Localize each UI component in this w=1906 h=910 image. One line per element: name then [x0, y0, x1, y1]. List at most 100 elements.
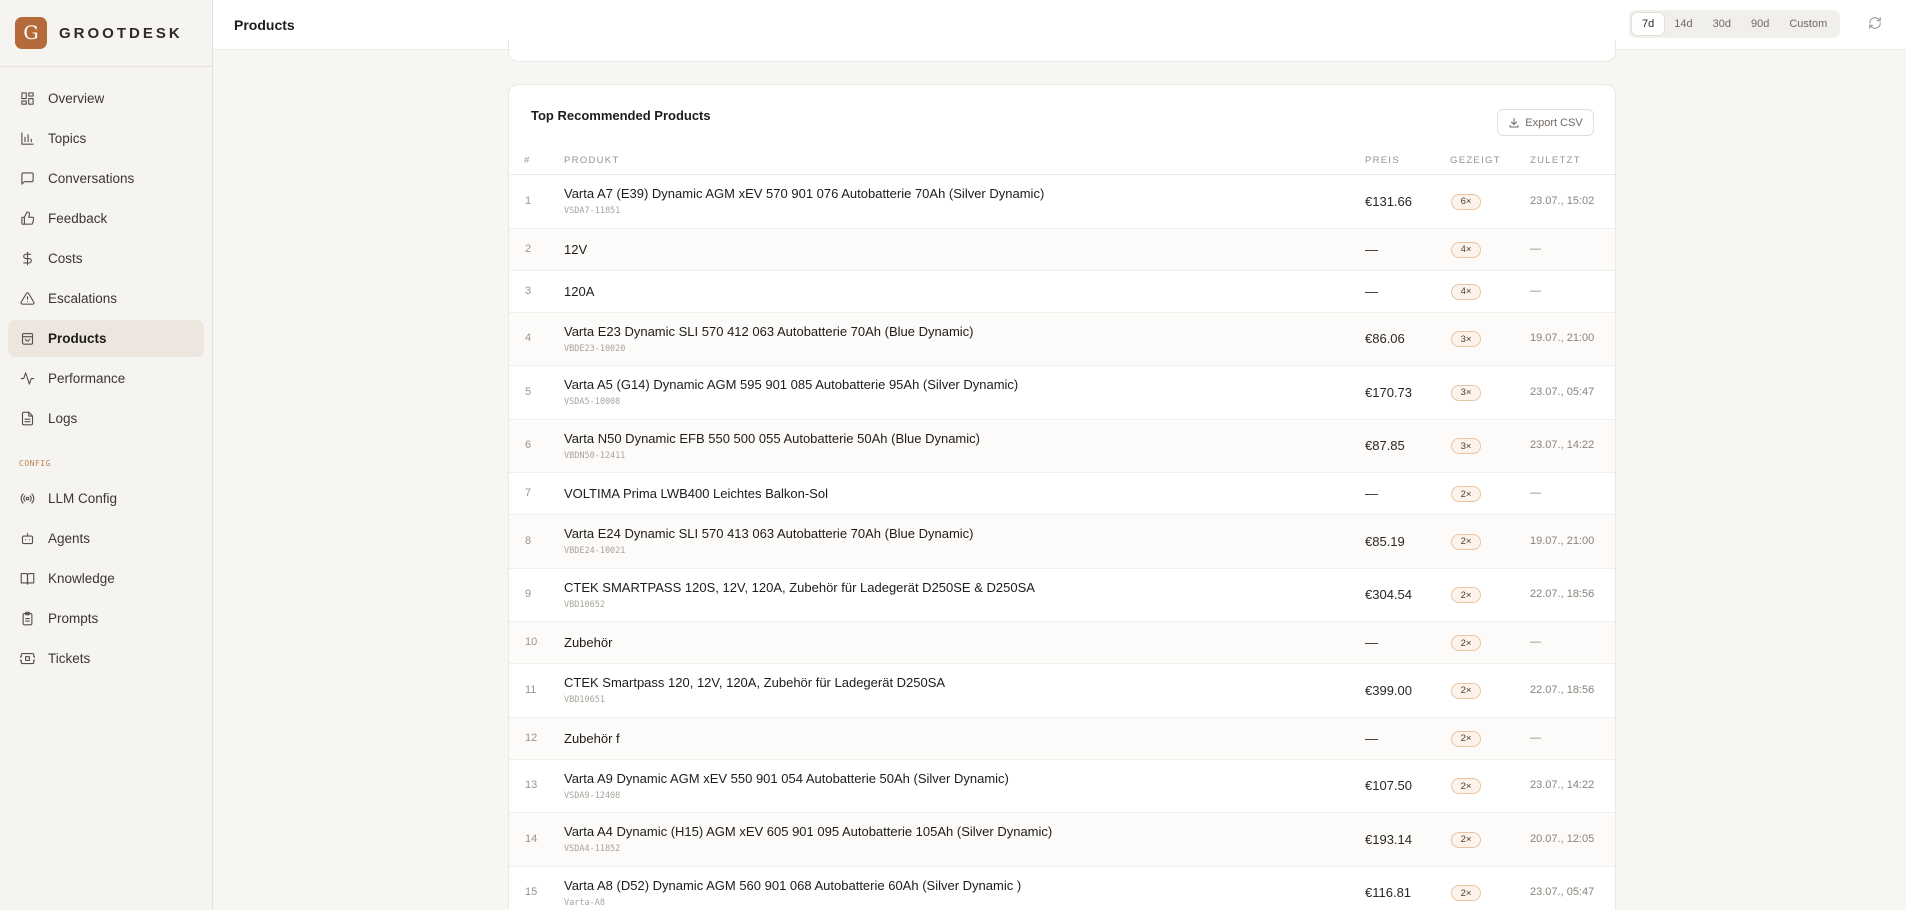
sidebar-item-tickets[interactable]: Tickets	[8, 640, 204, 677]
previous-card	[508, 40, 1616, 62]
dollar-icon	[19, 251, 35, 267]
card-title: Top Recommended Products	[531, 108, 711, 123]
last-shown: —	[1530, 284, 1541, 297]
column-header-price[interactable]: PREIS	[1365, 155, 1400, 166]
table-row[interactable]: 3 120A — — 4×	[509, 271, 1615, 313]
shown-count-badge: 2×	[1451, 486, 1481, 502]
column-header-last[interactable]: ZULETZT	[1530, 155, 1581, 166]
sidebar-item-products[interactable]: Products	[8, 320, 204, 357]
brand-name: GROOTDESK	[59, 24, 183, 42]
sidebar-item-label: LLM Config	[48, 491, 118, 506]
row-number: 3	[525, 284, 532, 297]
sidebar-item-label: Logs	[48, 411, 78, 426]
sidebar-item-topics[interactable]: Topics	[8, 120, 204, 157]
table-row[interactable]: 12 Zubehör f — — 2×	[509, 717, 1615, 760]
table-row[interactable]: 13 Varta A9 Dynamic AGM xEV 550 901 054 A…	[509, 760, 1615, 813]
sidebar-item-label: Topics	[48, 131, 87, 146]
table-row[interactable]: 8 Varta E24 Dynamic SLI 570 413 063 Autob…	[509, 515, 1615, 569]
shown-count-badge: 2×	[1451, 778, 1481, 795]
last-shown: 23.07., 05:47	[1530, 886, 1595, 899]
shown-count-badge: 3×	[1451, 331, 1481, 348]
table-row[interactable]: 2 12V — — 4×	[509, 228, 1615, 271]
refresh-icon[interactable]	[1868, 16, 1884, 32]
table-row[interactable]: 4 Varta E23 Dynamic SLI 570 412 063 Autob…	[509, 312, 1615, 366]
product-name: Varta A5 (G14) Dynamic AGM 595 901 085 A…	[564, 377, 1019, 392]
product-sku: VSDA9-12408	[564, 790, 621, 801]
sidebar-item-costs[interactable]: Costs	[8, 240, 204, 277]
sidebar-item-llm-config[interactable]: LLM Config	[8, 480, 204, 517]
sidebar-item-agents[interactable]: Agents	[8, 520, 204, 557]
grid-icon	[19, 91, 35, 107]
product-price: —	[1365, 635, 1378, 650]
table-row[interactable]: 1 Varta A7 (E39) Dynamic AGM xEV 570 901 …	[509, 175, 1615, 229]
product-sku: VSDA7-11851	[564, 206, 621, 216]
product-name: Varta A7 (E39) Dynamic AGM xEV 570 901 0…	[564, 186, 1045, 201]
top-products-card: Top Recommended Products Export CSV # PR…	[508, 84, 1616, 910]
table-row[interactable]: 5 Varta A5 (G14) Dynamic AGM 595 901 085 …	[509, 366, 1615, 420]
column-header-product[interactable]: PRODUKT	[564, 155, 620, 166]
product-name: 120A	[564, 283, 595, 299]
row-number: 10	[525, 636, 538, 648]
shown-count-badge: 4×	[1451, 283, 1481, 300]
product-price: —	[1365, 486, 1378, 501]
sidebar-item-logs[interactable]: Logs	[8, 400, 204, 437]
range-button-14d[interactable]: 14d	[1664, 13, 1702, 35]
export-csv-button[interactable]: Export CSV	[1497, 109, 1594, 136]
sidebar-item-label: Products	[48, 331, 107, 346]
table-row[interactable]: 7 VOLTIMA Prima LWB400 Leichtes Balkon-So…	[509, 473, 1615, 515]
last-shown: —	[1530, 242, 1541, 255]
sidebar-item-label: Tickets	[48, 651, 91, 666]
row-number: 6	[525, 439, 532, 452]
config-nav: LLM Config Agents Knowledge Prompts Tickets	[0, 480, 212, 677]
range-button-30d[interactable]: 30d	[1703, 13, 1741, 35]
last-shown: —	[1530, 487, 1541, 499]
sidebar-item-conversations[interactable]: Conversations	[8, 160, 204, 197]
row-number: 8	[525, 534, 532, 547]
table-row[interactable]: 15 Varta A8 (D52) Dynamic AGM 560 901 068…	[509, 867, 1615, 910]
row-number: 12	[525, 731, 538, 744]
table-row[interactable]: 11 CTEK Smartpass 120, 12V, 120A, Zubehör…	[509, 664, 1615, 718]
sidebar-item-knowledge[interactable]: Knowledge	[8, 560, 204, 597]
shown-count-badge: 2×	[1451, 831, 1481, 848]
sidebar-item-label: Conversations	[48, 171, 135, 186]
row-number: 4	[525, 332, 532, 345]
product-price: €87.85	[1365, 438, 1405, 454]
range-button-custom[interactable]: Custom	[1779, 13, 1837, 35]
product-name: Varta A4 Dynamic (H15) AGM xEV 605 901 0…	[564, 824, 1053, 839]
bag-icon	[19, 331, 35, 347]
sidebar-item-feedback[interactable]: Feedback	[8, 200, 204, 237]
column-header-num[interactable]: #	[524, 155, 531, 166]
shown-count-badge: 2×	[1451, 635, 1481, 651]
column-header-shown[interactable]: GEZEIGT	[1450, 155, 1501, 166]
brand: G GROOTDESK	[0, 0, 212, 67]
last-shown: 22.07., 18:56	[1530, 683, 1595, 696]
export-csv-label: Export CSV	[1525, 116, 1583, 129]
product-sku: VBDN50-12411	[564, 450, 626, 461]
range-button-7d[interactable]: 7d	[1632, 13, 1665, 35]
bot-icon	[19, 531, 35, 547]
sidebar-item-overview[interactable]: Overview	[8, 80, 204, 117]
product-name: Varta E24 Dynamic SLI 570 413 063 Autoba…	[564, 526, 974, 541]
table-row[interactable]: 6 Varta N50 Dynamic EFB 550 500 055 Autob…	[509, 419, 1615, 473]
row-number: 1	[525, 194, 532, 207]
last-shown: —	[1530, 731, 1541, 744]
bar-chart-icon	[19, 131, 35, 147]
product-sku: VBD10652	[564, 599, 605, 610]
table-row[interactable]: 10 Zubehör — — 2×	[509, 622, 1615, 664]
product-name: CTEK Smartpass 120, 12V, 120A, Zubehör f…	[564, 675, 946, 690]
sidebar-item-label: Agents	[48, 531, 91, 546]
sidebar-item-prompts[interactable]: Prompts	[8, 600, 204, 637]
table-row[interactable]: 14 Varta A4 Dynamic (H15) AGM xEV 605 901…	[509, 813, 1615, 867]
sidebar-item-performance[interactable]: Performance	[8, 360, 204, 397]
range-button-90d[interactable]: 90d	[1741, 13, 1779, 35]
shown-count-badge: 2×	[1451, 885, 1481, 902]
row-number: 9	[525, 588, 532, 601]
shown-count-badge: 2×	[1451, 533, 1481, 550]
last-shown: 23.07., 15:02	[1530, 194, 1595, 207]
sidebar: G GROOTDESK Overview Topics Conversations F…	[0, 0, 213, 910]
table-row[interactable]: 9 CTEK SMARTPASS 120S, 12V, 120A, Zubehör…	[509, 569, 1615, 622]
sidebar-item-label: Feedback	[48, 211, 108, 226]
brand-logo[interactable]: G	[15, 17, 47, 49]
book-icon	[19, 571, 35, 587]
sidebar-item-escalations[interactable]: Escalations	[8, 280, 204, 317]
